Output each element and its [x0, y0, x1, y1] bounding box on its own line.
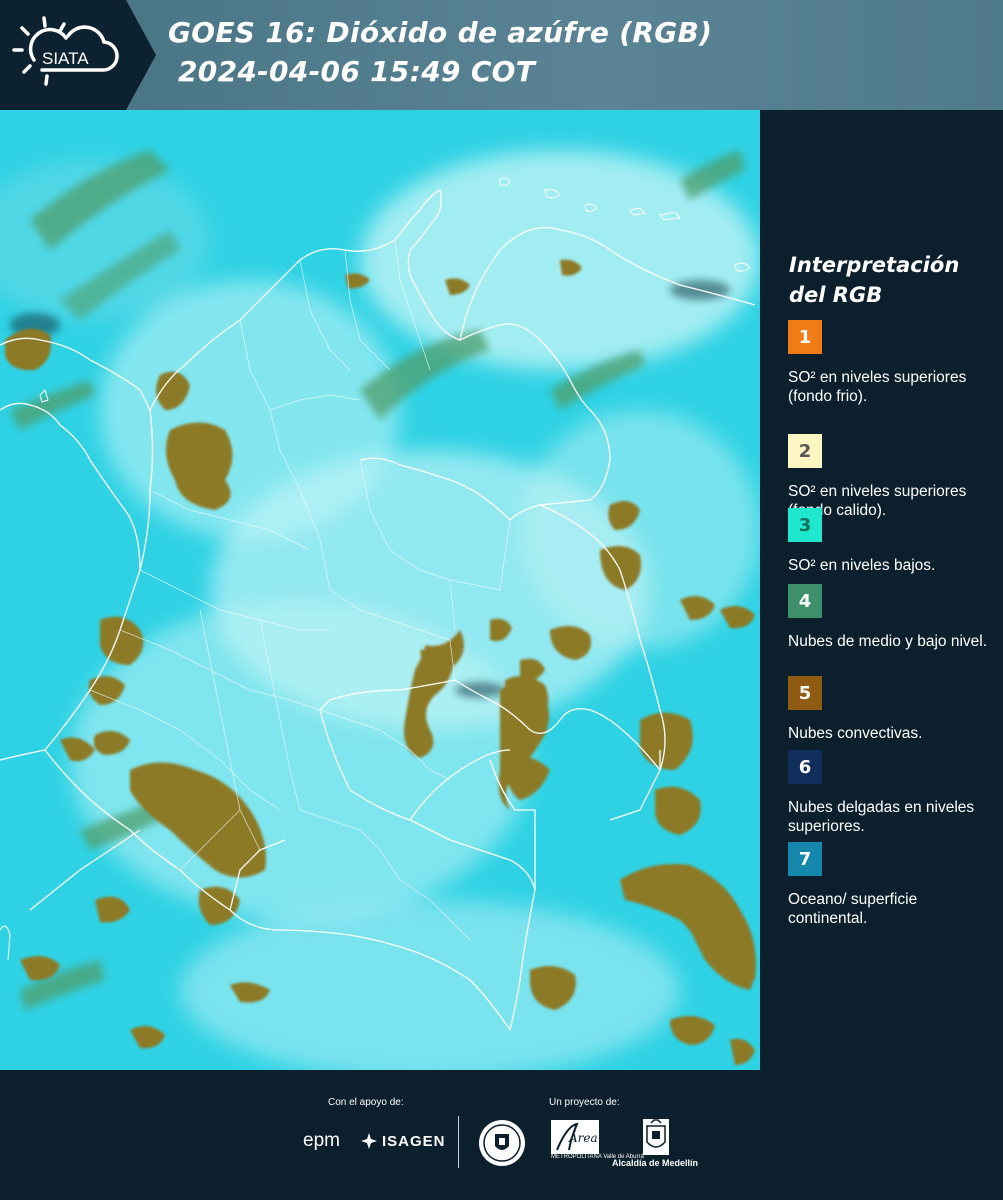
siata-logo[interactable]: SIATA	[0, 0, 126, 110]
legend-item: 4 Nubes de medio y bajo nivel.	[788, 584, 998, 651]
legend-label: Nubes convectivas.	[788, 725, 923, 742]
legend-item: 5 Nubes convectivas.	[788, 676, 998, 743]
legend-swatch: 7	[788, 842, 822, 876]
svg-text:SIATA: SIATA	[42, 49, 89, 68]
legend-swatch: 5	[788, 676, 822, 710]
legend-swatch: 4	[788, 584, 822, 618]
legend-title: Interpretación del RGB	[789, 253, 960, 307]
page-title: GOES 16: Dióxido de azúfre (RGB)	[168, 16, 713, 49]
footer-divider	[458, 1116, 459, 1168]
satellite-map[interactable]	[0, 110, 760, 1070]
svg-text:Área: Área	[568, 1130, 598, 1145]
area-metropolitana-logo[interactable]: Área	[551, 1120, 599, 1154]
so2-rgb-imagery[interactable]	[0, 110, 760, 1070]
logo-arrow-shape	[126, 0, 156, 110]
legend-label: SO² en niveles superiores (fondo frio).	[788, 369, 967, 405]
legend-item: 7 Oceano/ superficie continental.	[788, 842, 998, 928]
epm-logo-text: epm	[303, 1130, 340, 1151]
project-label: Un proyecto de:	[549, 1097, 620, 1108]
isagen-logo-text: ISAGEN	[382, 1132, 446, 1150]
alcaldia-coat-of-arms-icon[interactable]	[642, 1118, 670, 1156]
legend-swatch: 6	[788, 750, 822, 784]
legend-swatch: 1	[788, 320, 822, 354]
legend-label: Oceano/ superficie continental.	[788, 891, 918, 927]
legend-item: 6 Nubes delgadas en niveles superiores.	[788, 750, 998, 836]
alcaldia-label: Alcaldía de Medellín	[612, 1158, 699, 1168]
legend-label: Nubes de medio y bajo nivel.	[788, 633, 988, 650]
header-bar: SIATA GOES 16: Dióxido de azúfre (RGB) 2…	[0, 0, 1003, 110]
page-timestamp: 2024-04-06 15:49 COT	[178, 55, 536, 88]
medellin-seal-icon[interactable]	[477, 1118, 527, 1168]
support-label: Con el apoyo de:	[328, 1097, 404, 1108]
legend-panel: Interpretación del RGB 1 SO² en niveles s…	[760, 110, 1003, 1070]
isagen-logo[interactable]: ISAGEN	[360, 1132, 446, 1150]
legend-label: Nubes delgadas en niveles superiores.	[788, 799, 975, 835]
legend-swatch: 2	[788, 434, 822, 468]
siata-sun-cloud-icon: SIATA	[12, 16, 119, 86]
epm-logo[interactable]: epm	[303, 1130, 340, 1152]
footer: Con el apoyo de: Un proyecto de: epm ISA…	[0, 1070, 1003, 1200]
legend-swatch: 3	[788, 508, 822, 542]
legend-item: 1 SO² en niveles superiores (fondo frio).	[788, 320, 998, 406]
isagen-star-icon	[361, 1133, 377, 1149]
legend-item: 3 SO² en niveles bajos.	[788, 508, 998, 575]
legend-label: SO² en niveles bajos.	[788, 557, 936, 574]
